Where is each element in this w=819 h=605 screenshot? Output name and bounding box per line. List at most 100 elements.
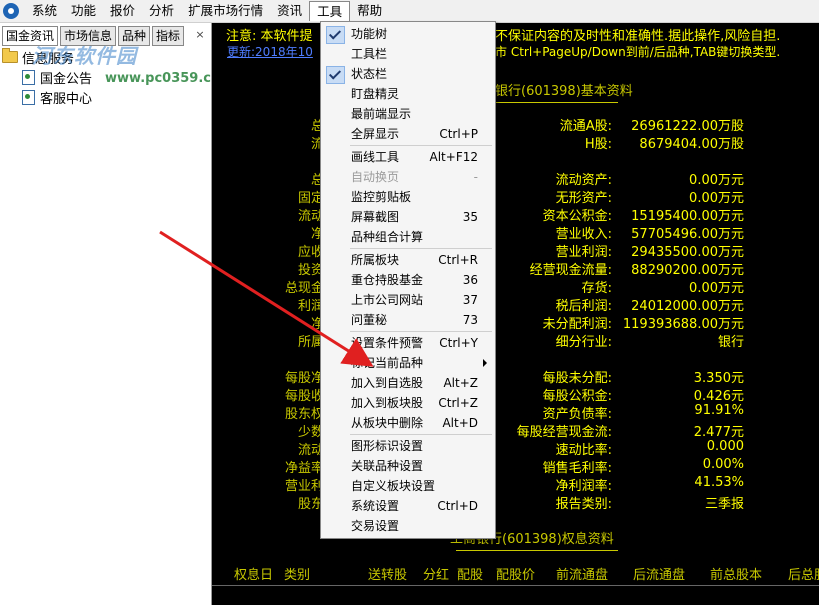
menu-item[interactable]: 自定义板块设置	[322, 476, 494, 496]
info-row: 流通A股: 26961222.00万股	[502, 115, 744, 134]
menu-item[interactable]: 上市公司网站 37	[322, 290, 494, 310]
tree-node-guojin-notice[interactable]: 国金公告	[2, 67, 92, 87]
menu-item-label: 关联品种设置	[351, 459, 424, 473]
field-label: 税后利润:	[555, 299, 612, 314]
tab-indicator[interactable]: 指标	[152, 26, 185, 46]
table-column-header[interactable]: 后流通盘	[633, 564, 685, 583]
info-row: 营业收入: 57705496.00万元	[502, 223, 744, 242]
menu-item[interactable]: 所属板块 Ctrl+R	[322, 250, 494, 270]
info-row: 每股公积金: 0.426元	[502, 385, 744, 404]
menu-item-shortcut: 37	[462, 293, 478, 307]
field-value: 0.00万元	[689, 191, 744, 206]
menu-help[interactable]: 帮助	[350, 1, 389, 21]
menu-system[interactable]: 系统	[25, 1, 64, 21]
table-column-header[interactable]: 前流通盘	[556, 564, 608, 583]
menu-item[interactable]: 交易设置	[322, 516, 494, 536]
menu-item[interactable]: 系统设置 Ctrl+D	[322, 496, 494, 516]
menu-separator	[350, 331, 492, 332]
field-value: 88290200.00万元	[631, 263, 744, 278]
menu-item-label: 工具栏	[351, 47, 388, 61]
table-column-header[interactable]: 前总股本	[710, 564, 762, 583]
menu-tools[interactable]: 工具	[309, 1, 351, 21]
left-panel: 国金资讯 市场信息 品种 指标 × 信息服务 国金公告 客服中心 河东软件园 w…	[0, 23, 220, 605]
menu-item[interactable]: 画线工具 Alt+F12	[322, 147, 494, 167]
field-label: 细分行业:	[555, 335, 612, 350]
menu-item[interactable]: 加入到板块股 Ctrl+Z	[322, 393, 494, 413]
menu-item-shortcut: Alt+Z	[443, 376, 478, 390]
info-row: 资产负债率: 91.91%	[502, 403, 744, 422]
tree-node-customer-service[interactable]: 客服中心	[2, 87, 92, 107]
menu-item[interactable]: 设置条件预警 Ctrl+Y	[322, 333, 494, 353]
update-link[interactable]: 更新:2018年10	[227, 43, 313, 60]
checkmark-icon	[326, 26, 345, 44]
rights-info-underline	[456, 550, 618, 551]
info-row: 流动资产: 0.00万元	[502, 169, 744, 188]
menu-item-label: 所属板块	[351, 253, 400, 267]
menu-item[interactable]: 品种组合计算	[322, 227, 494, 247]
partial-field-label: 每股收	[284, 389, 324, 404]
menu-item[interactable]: 图形标识设置	[322, 436, 494, 456]
info-row: H股: 8679404.00万股	[502, 133, 744, 152]
document-icon	[22, 69, 35, 85]
menu-item[interactable]: 全屏显示 Ctrl+P	[322, 124, 494, 144]
menu-quote[interactable]: 报价	[103, 1, 142, 21]
menu-item[interactable]: 加入到自选股 Alt+Z	[322, 373, 494, 393]
table-column-header[interactable]: 配股	[457, 564, 483, 583]
field-label: 营业利润:	[555, 245, 612, 260]
menu-item[interactable]: 重仓持股基金 36	[322, 270, 494, 290]
menu-analysis[interactable]: 分析	[142, 1, 181, 21]
table-column-header[interactable]: 配股价	[496, 564, 535, 583]
info-row: 无形资产: 0.00万元	[502, 187, 744, 206]
menu-item[interactable]: 状态栏	[322, 64, 494, 84]
menu-news[interactable]: 资讯	[270, 1, 309, 21]
menu-item[interactable]: 监控剪贴板	[322, 187, 494, 207]
menu-item[interactable]: 工具栏	[322, 44, 494, 64]
menu-item[interactable]: 屏幕截图 35	[322, 207, 494, 227]
partial-field-label: 营业利	[284, 479, 324, 494]
menu-item[interactable]: 问董秘 73	[322, 310, 494, 330]
menu-item-label: 全屏显示	[351, 127, 400, 141]
menu-function[interactable]: 功能	[64, 1, 103, 21]
menu-item[interactable]: 从板块中删除 Alt+D	[322, 413, 494, 433]
menu-extended-market[interactable]: 扩展市场行情	[181, 1, 270, 21]
partial-field-label: 总现金	[284, 281, 324, 296]
table-column-header[interactable]: 分红	[423, 564, 449, 583]
info-row: 报告类别: 三季报	[502, 493, 744, 512]
notice-prefix: 注意: 本软件提	[226, 29, 313, 44]
field-value: 0.000	[706, 439, 744, 454]
field-value: 银行	[717, 335, 744, 350]
field-value: 2.477元	[693, 425, 744, 440]
partial-field-label: 每股净	[284, 371, 324, 386]
menu-bar: 系统 功能 报价 分析 扩展市场行情 资讯 工具 帮助	[0, 0, 819, 23]
table-column-header[interactable]: 类别	[284, 564, 310, 583]
field-label: 每股未分配:	[542, 371, 612, 386]
app-logo-icon[interactable]	[3, 3, 19, 19]
close-panel-icon[interactable]: ×	[193, 26, 207, 44]
document-icon	[22, 89, 35, 105]
tree-node-label: 客服中心	[40, 91, 93, 107]
menu-item[interactable]: 关联品种设置	[322, 456, 494, 476]
table-column-header[interactable]: 权息日	[234, 564, 273, 583]
menu-item-label: 自动换页	[351, 170, 400, 184]
menu-item-label: 重仓持股基金	[351, 273, 424, 287]
field-label: 流通A股:	[559, 119, 612, 134]
table-column-header[interactable]: 送转股	[368, 564, 407, 583]
menu-item-label: 加入到板块股	[351, 396, 424, 410]
menu-item-shortcut: 36	[462, 273, 478, 287]
tree-node-label: 国金公告	[40, 71, 93, 87]
menu-item[interactable]: 盯盘精灵	[322, 84, 494, 104]
info-row: 细分行业: 银行	[502, 331, 744, 350]
info-row: 未分配利润: 119393688.00万元	[502, 313, 744, 332]
menu-item-label: 最前端显示	[351, 107, 412, 121]
menu-item[interactable]: 最前端显示	[322, 104, 494, 124]
menu-item[interactable]: 功能树	[322, 24, 494, 44]
menu-item-label: 从板块中删除	[351, 416, 424, 430]
field-value: 119393688.00万元	[622, 317, 744, 332]
submenu-arrow-icon	[483, 359, 487, 367]
table-column-header[interactable]: 后总股	[788, 564, 819, 583]
menu-item[interactable]: 标记当前品种	[322, 353, 494, 373]
field-label: 无形资产:	[555, 191, 612, 206]
field-label: 流动资产:	[555, 173, 612, 188]
info-row: 每股未分配: 3.350元	[502, 367, 744, 386]
menu-item-label: 自定义板块设置	[351, 479, 436, 493]
